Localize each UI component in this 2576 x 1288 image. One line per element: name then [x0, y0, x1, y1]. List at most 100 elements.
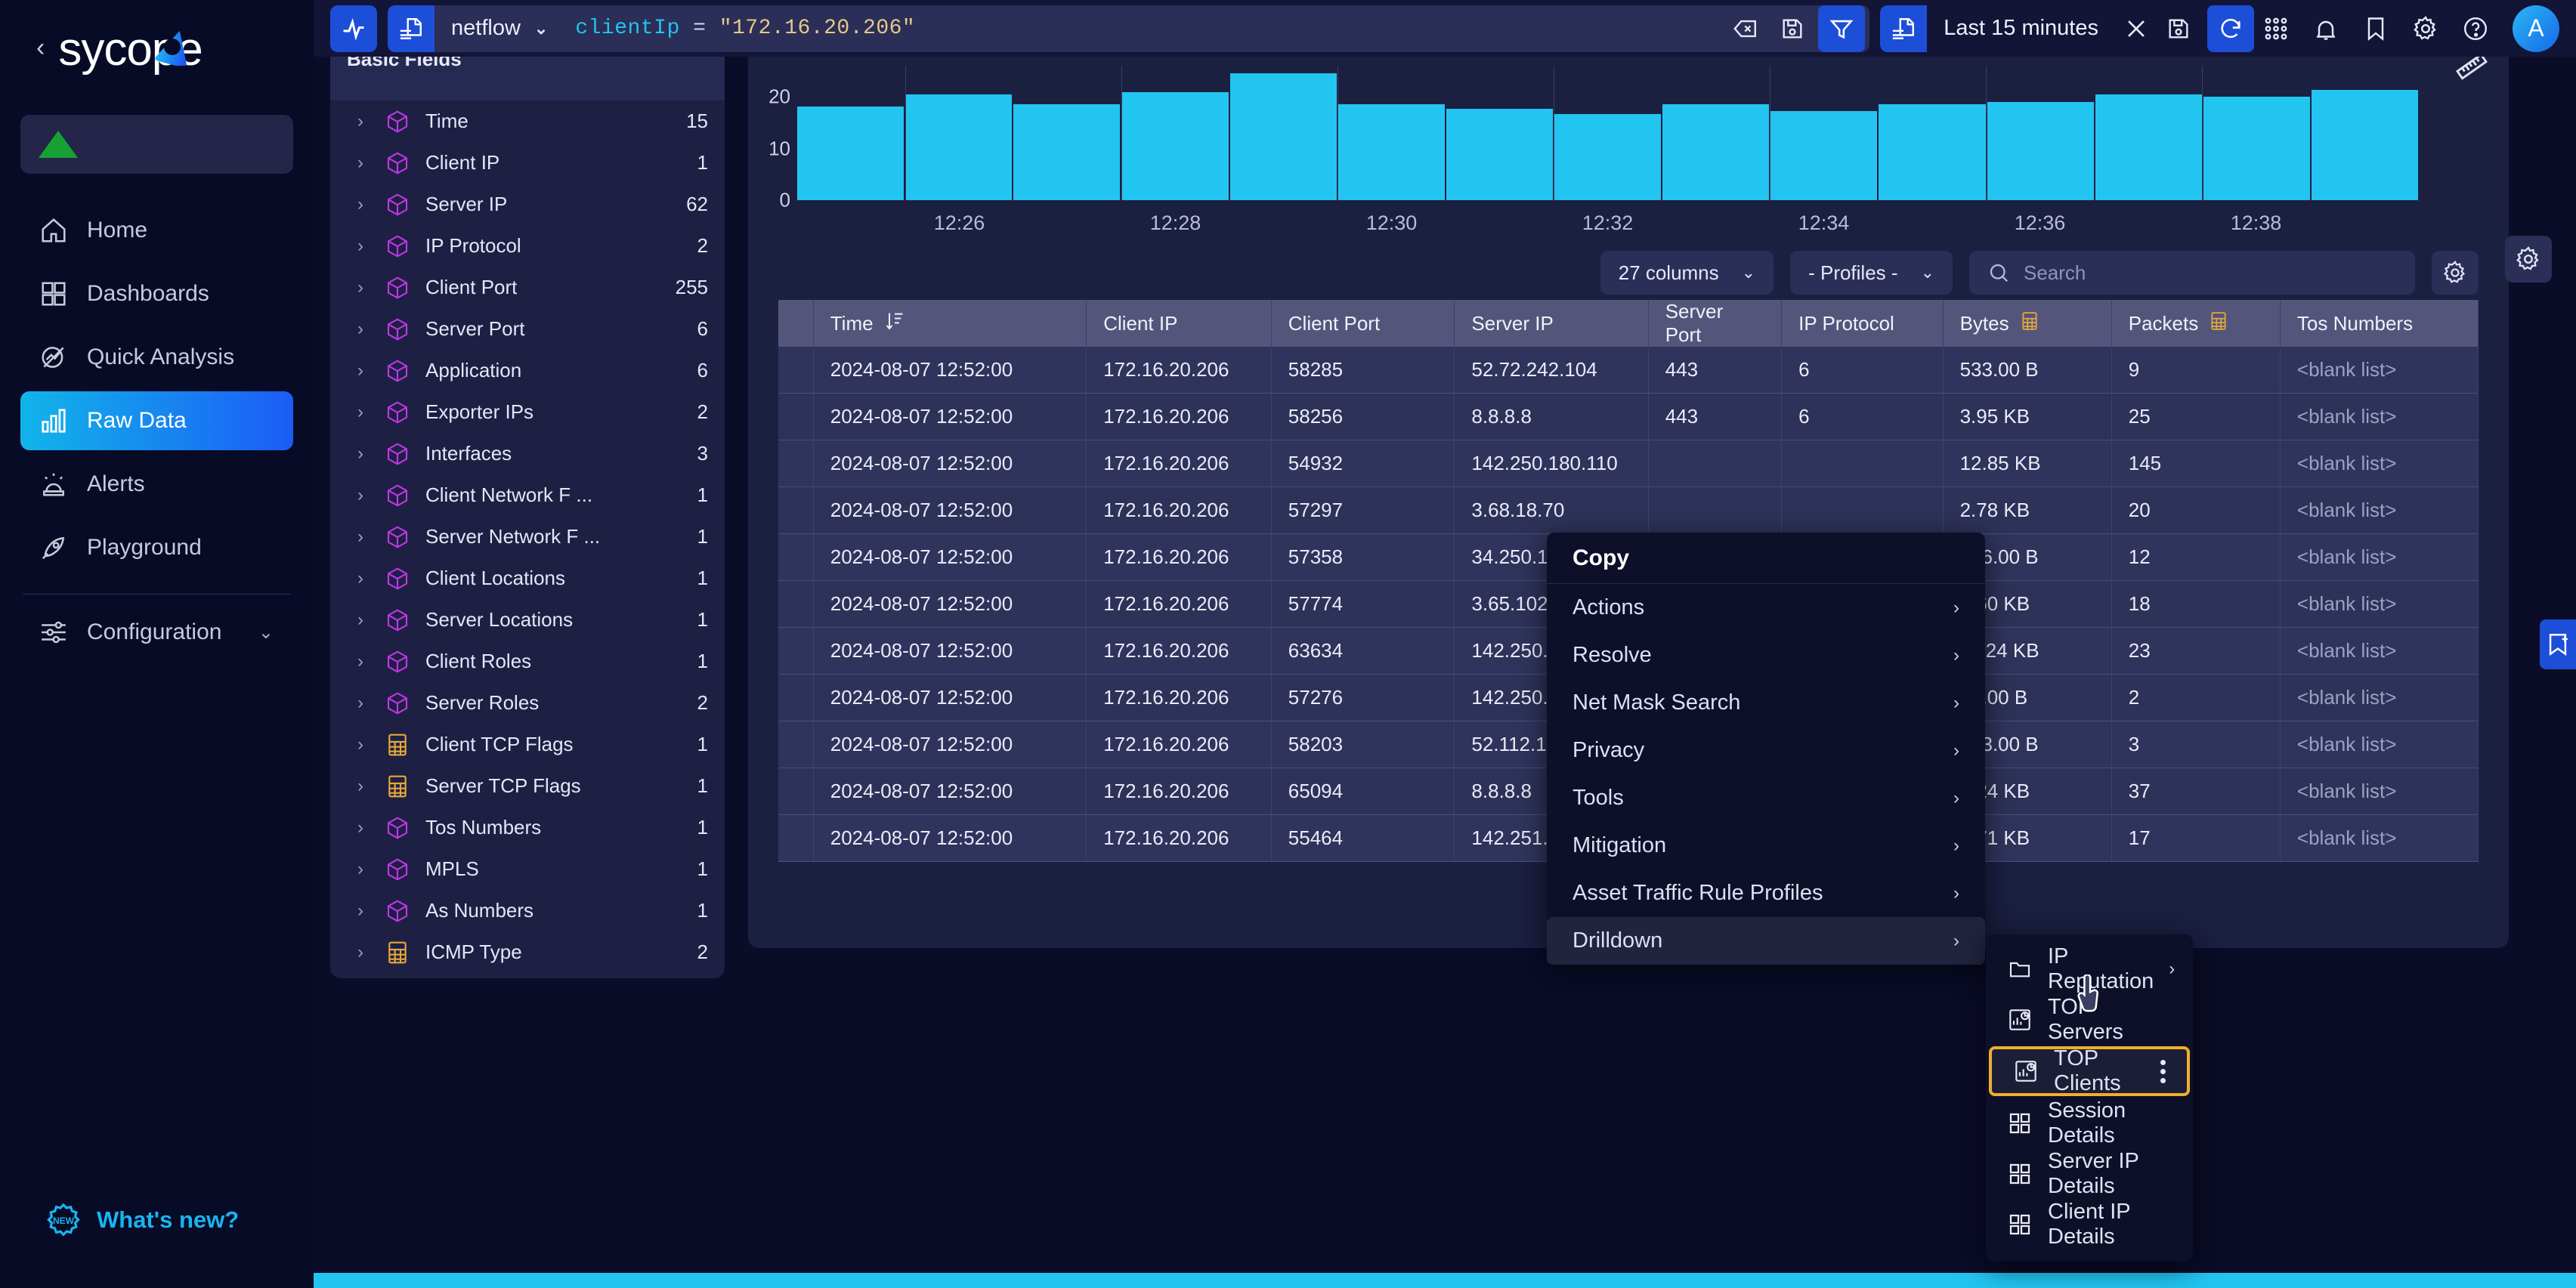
table-cell[interactable]: 172.16.20.206	[1087, 394, 1272, 440]
table-cell[interactable]: 2024-08-07 12:52:00	[814, 581, 1087, 627]
table-cell[interactable]: 65094	[1272, 768, 1455, 814]
field-row[interactable]: › Client IP 1	[330, 142, 725, 184]
query-bar[interactable]: netflow ⌄ clientIp = "172.16.20.206"	[388, 5, 1870, 52]
whats-new-button[interactable]: NEW What's new?	[45, 1202, 239, 1238]
table-cell[interactable]: <blank list>	[2281, 394, 2479, 440]
grid-calc-icon[interactable]	[2209, 311, 2228, 336]
chart-bar[interactable]	[1013, 103, 1121, 200]
sidebar-item-dashboards[interactable]: Dashboards	[20, 264, 293, 323]
clear-query-button[interactable]	[1724, 5, 1767, 52]
context-menu-item[interactable]: Tools ›	[1547, 774, 1985, 822]
table-cell[interactable]: 57276	[1272, 675, 1455, 721]
table-cell[interactable]: 6	[1782, 394, 1944, 440]
row-select-cell[interactable]	[778, 487, 814, 533]
chevron-right-icon[interactable]: ›	[357, 859, 370, 880]
chart-bar[interactable]	[1879, 103, 1986, 200]
column-header[interactable]: Server IP	[1455, 300, 1649, 347]
more-options-icon[interactable]	[2160, 1059, 2166, 1083]
sidebar-item-configuration[interactable]: Configuration ⌄	[20, 602, 293, 663]
table-cell[interactable]: 2	[2112, 675, 2281, 721]
refresh-button[interactable]	[2207, 5, 2254, 52]
row-select-cell[interactable]	[778, 815, 814, 861]
chevron-right-icon[interactable]: ›	[357, 568, 370, 589]
table-cell[interactable]: <blank list>	[2281, 440, 2479, 486]
chart-bar[interactable]	[2203, 97, 2310, 200]
chevron-right-icon[interactable]: ›	[357, 900, 370, 922]
pulse-button[interactable]	[330, 5, 377, 52]
field-row[interactable]: › Client Roles 1	[330, 641, 725, 682]
table-cell[interactable]: 172.16.20.206	[1087, 721, 1272, 768]
field-row[interactable]: › Client TCP Flags 1	[330, 724, 725, 765]
table-cell[interactable]: 12	[2112, 534, 2281, 580]
chevron-right-icon[interactable]: ›	[357, 402, 370, 423]
table-cell[interactable]: <blank list>	[2281, 487, 2479, 533]
chevron-right-icon[interactable]: ›	[357, 527, 370, 548]
column-header[interactable]: Server Port	[1649, 300, 1783, 347]
field-row[interactable]: › IP Protocol 2	[330, 225, 725, 267]
field-row[interactable]: › Server Port 6	[330, 308, 725, 350]
field-row[interactable]: › Server TCP Flags 1	[330, 765, 725, 807]
chevron-right-icon[interactable]: ›	[357, 153, 370, 174]
table-cell[interactable]: <blank list>	[2281, 347, 2479, 393]
columns-selector[interactable]: 27 columns ⌄	[1600, 251, 1774, 295]
sidebar-item-home[interactable]: Home	[20, 201, 293, 260]
table-cell[interactable]: 172.16.20.206	[1087, 675, 1272, 721]
column-header[interactable]: Time	[814, 300, 1087, 347]
table-cell[interactable]: <blank list>	[2281, 628, 2479, 674]
filter-button[interactable]	[1818, 5, 1866, 52]
table-cell[interactable]	[1649, 440, 1783, 486]
row-select-cell[interactable]	[778, 768, 814, 814]
table-cell[interactable]: 55464	[1272, 815, 1455, 861]
sidebar-item-playground[interactable]: Playground	[20, 518, 293, 577]
row-select-cell[interactable]	[778, 628, 814, 674]
row-select-cell[interactable]	[778, 675, 814, 721]
chevron-right-icon[interactable]: ›	[357, 277, 370, 298]
field-row[interactable]: › Time 15	[330, 100, 725, 142]
chart-bar[interactable]	[905, 94, 1013, 200]
chevron-right-icon[interactable]: ›	[357, 443, 370, 465]
table-cell[interactable]: 20	[2112, 487, 2281, 533]
chevron-right-icon[interactable]: ›	[357, 817, 370, 839]
sidebar-item-raw-data[interactable]: Raw Data	[20, 391, 293, 450]
table-cell[interactable]: 533.00 B	[1944, 347, 2112, 393]
column-header[interactable]: IP Protocol	[1782, 300, 1944, 347]
table-cell[interactable]: 2024-08-07 12:52:00	[814, 721, 1087, 768]
table-cell[interactable]: 6	[1782, 347, 1944, 393]
table-cell[interactable]: 2024-08-07 12:52:00	[814, 394, 1087, 440]
chart-bar[interactable]	[1229, 73, 1337, 200]
chart-bar[interactable]	[1554, 113, 1662, 200]
table-cell[interactable]: 2024-08-07 12:52:00	[814, 534, 1087, 580]
table-cell[interactable]: 172.16.20.206	[1087, 768, 1272, 814]
sidebar-item-alerts[interactable]: Alerts	[20, 455, 293, 514]
row-select-cell[interactable]	[778, 721, 814, 768]
table-cell[interactable]: 145	[2112, 440, 2281, 486]
table-cell[interactable]: 58256	[1272, 394, 1455, 440]
field-row[interactable]: › Interfaces 3	[330, 433, 725, 474]
column-header[interactable]: Packets	[2112, 300, 2281, 347]
table-cell[interactable]: 12.85 KB	[1944, 440, 2112, 486]
settings-button[interactable]	[2404, 5, 2448, 52]
table-cell[interactable]: <blank list>	[2281, 721, 2479, 768]
table-cell[interactable]: 25	[2112, 394, 2281, 440]
row-select-cell[interactable]	[778, 394, 814, 440]
chevron-down-icon[interactable]: ⌄	[534, 19, 548, 39]
help-button[interactable]	[2454, 5, 2497, 52]
bookmarks-button[interactable]	[2354, 5, 2398, 52]
field-row[interactable]: › Server Roles 2	[330, 682, 725, 724]
chart-bar[interactable]	[2095, 94, 2202, 200]
table-cell[interactable]: 142.250.180.110	[1455, 440, 1649, 486]
chart-bar[interactable]	[1987, 101, 2094, 200]
field-row[interactable]: › Client Network F ... 1	[330, 474, 725, 516]
timeline-chart[interactable]: 0 10 20 12:26 12:28 12:30 12:32 12:34 12:36 12…	[748, 53, 2509, 246]
grid-calc-icon[interactable]	[2020, 311, 2039, 336]
table-cell[interactable]: <blank list>	[2281, 581, 2479, 627]
table-row[interactable]: 2024-08-07 12:52:00 172.16.20.206 58285 52.…	[778, 347, 2479, 394]
profiles-selector[interactable]: - Profiles - ⌄	[1790, 251, 1953, 295]
context-menu-item[interactable]: Asset Traffic Rule Profiles ›	[1547, 869, 1985, 917]
table-cell[interactable]: 8.8.8.8	[1455, 394, 1649, 440]
drilldown-item[interactable]: Server IP Details	[1986, 1148, 2193, 1199]
save-time-range-button[interactable]	[2157, 5, 2200, 52]
context-menu-item[interactable]: Drilldown ›	[1547, 917, 1985, 965]
table-cell[interactable]: <blank list>	[2281, 534, 2479, 580]
table-cell[interactable]: 3.68.18.70	[1455, 487, 1649, 533]
